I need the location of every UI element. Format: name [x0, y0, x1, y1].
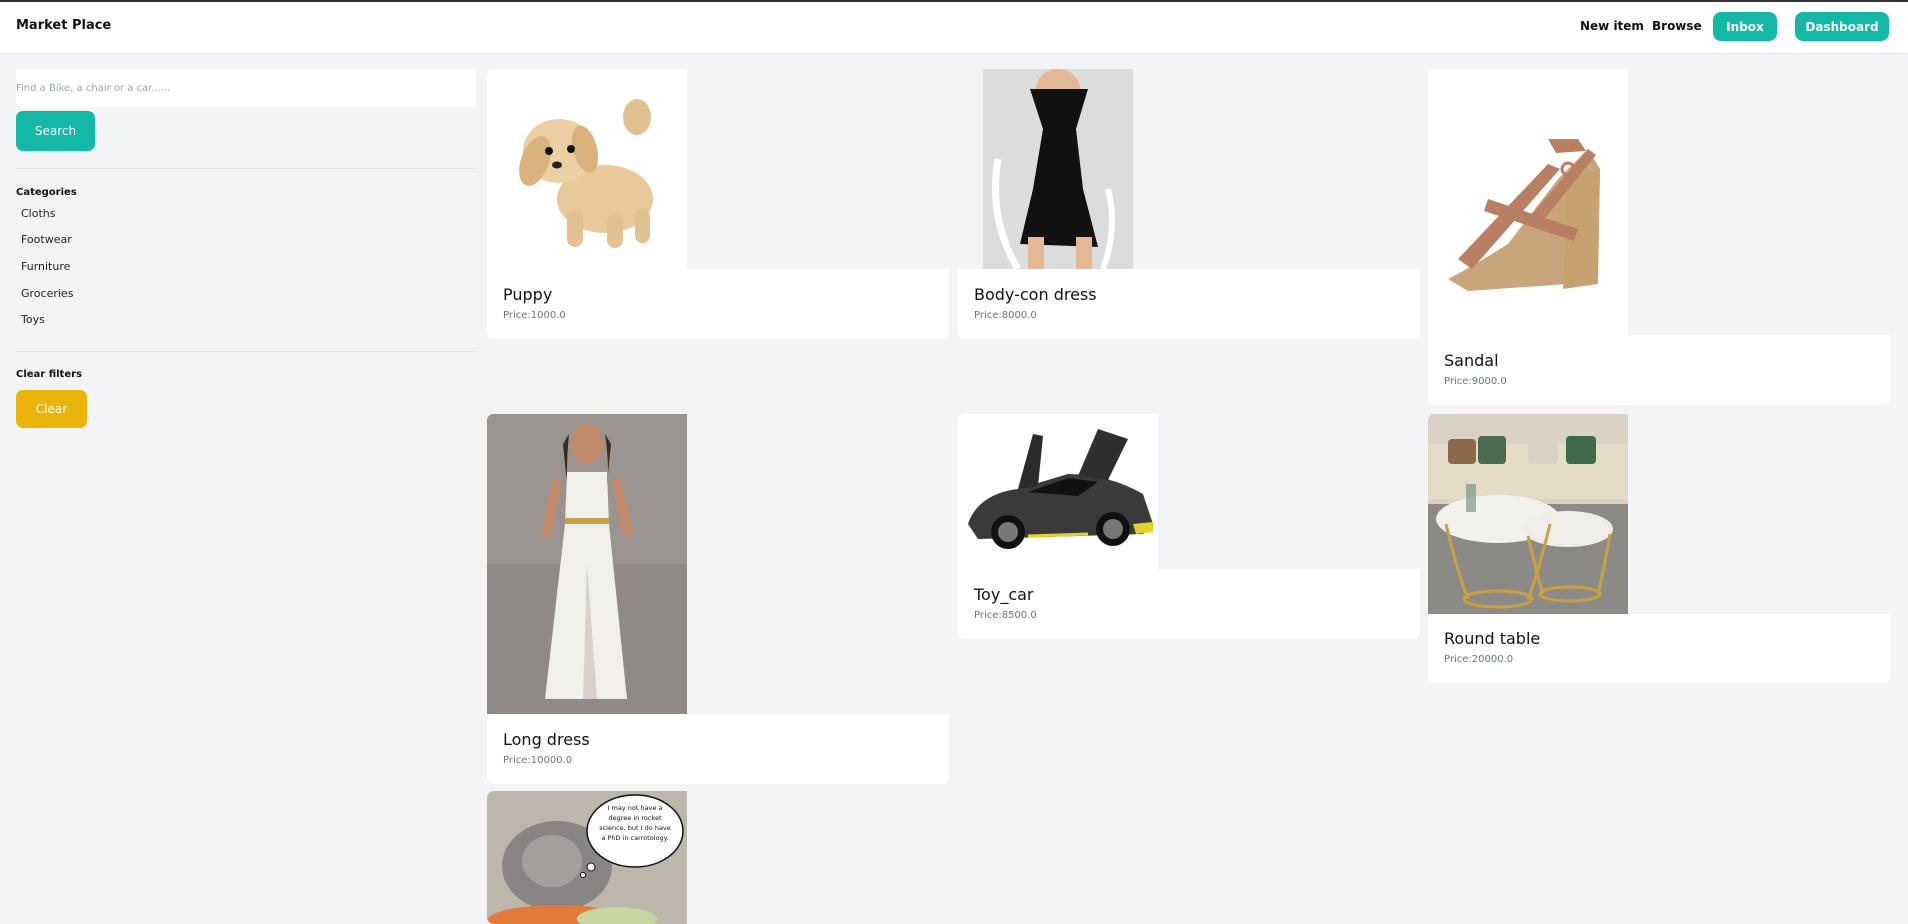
item-title[interactable]: Puppy	[503, 285, 552, 304]
item-image-area	[487, 69, 949, 269]
clear-filters-heading: Clear filters	[16, 369, 82, 380]
item-title[interactable]: Long dress	[503, 730, 590, 749]
divider	[16, 168, 476, 169]
category-cloths[interactable]: Cloths	[21, 207, 55, 220]
category-footwear[interactable]: Footwear	[21, 233, 72, 246]
item-title[interactable]: Sandal	[1444, 351, 1499, 370]
item-grid: Puppy Price:1000.0 Body-con dress Price:…	[487, 55, 1908, 924]
navbar: Market Place New item Browse Inbox Dashb…	[0, 2, 1908, 54]
browse-link[interactable]: Browse	[1652, 19, 1702, 33]
item-price: Price:10000.0	[503, 755, 573, 766]
item-title[interactable]: Toy_car	[974, 585, 1034, 604]
category-furniture[interactable]: Furniture	[21, 260, 70, 273]
item-card[interactable]: Long dress Price:10000.0	[487, 414, 949, 784]
dashboard-button[interactable]: Dashboard	[1795, 12, 1889, 41]
wedge-sandal-image	[1428, 69, 1628, 335]
item-card[interactable]: Round table Price:20000.0	[1428, 414, 1890, 683]
item-card[interactable]: I may not have a degree in rocket scienc…	[487, 791, 949, 924]
categories-heading: Categories	[16, 187, 77, 198]
sports-car-image	[958, 414, 1158, 569]
item-title[interactable]: Body-con dress	[974, 285, 1097, 304]
item-card[interactable]: Puppy Price:1000.0	[487, 69, 949, 339]
item-card[interactable]: Body-con dress Price:8000.0	[958, 69, 1420, 339]
item-card[interactable]: Toy_car Price:8500.0	[958, 414, 1420, 639]
black-dress-image	[958, 69, 1158, 269]
item-image-area: I may not have a degree in rocket scienc…	[487, 791, 949, 924]
item-price: Price:8500.0	[974, 610, 1037, 621]
item-image-area	[487, 414, 949, 714]
item-price: Price:8000.0	[974, 310, 1037, 321]
clear-filters-button[interactable]: Clear	[16, 390, 87, 428]
new-item-link[interactable]: New item	[1580, 19, 1644, 33]
sidebar: Search Categories Cloths Footwear Furnit…	[0, 55, 487, 924]
item-price: Price:9000.0	[1444, 376, 1507, 387]
round-table-image	[1428, 414, 1628, 614]
item-image-area	[958, 69, 1420, 269]
category-groceries[interactable]: Groceries	[21, 287, 73, 300]
item-image-area	[1428, 414, 1890, 614]
divider	[16, 351, 476, 352]
item-title[interactable]: Round table	[1444, 629, 1540, 648]
item-image-area	[958, 414, 1420, 569]
white-gown-image	[487, 414, 687, 714]
item-card[interactable]: Sandal Price:9000.0	[1428, 69, 1890, 405]
inbox-button[interactable]: Inbox	[1713, 12, 1777, 41]
sidebar-panel: Search Categories Cloths Footwear Furnit…	[16, 55, 476, 924]
brand-logo-link[interactable]: Market Place	[16, 18, 111, 33]
category-toys[interactable]: Toys	[21, 313, 45, 326]
item-price: Price:1000.0	[503, 310, 566, 321]
search-input[interactable]	[16, 69, 476, 107]
item-price: Price:20000.0	[1444, 654, 1514, 665]
item-image-area	[1428, 69, 1890, 335]
plush-puppy-image	[487, 69, 687, 269]
speech-bubble-text: I may not have a degree in rocket scienc…	[599, 804, 671, 842]
search-button[interactable]: Search	[16, 111, 95, 151]
